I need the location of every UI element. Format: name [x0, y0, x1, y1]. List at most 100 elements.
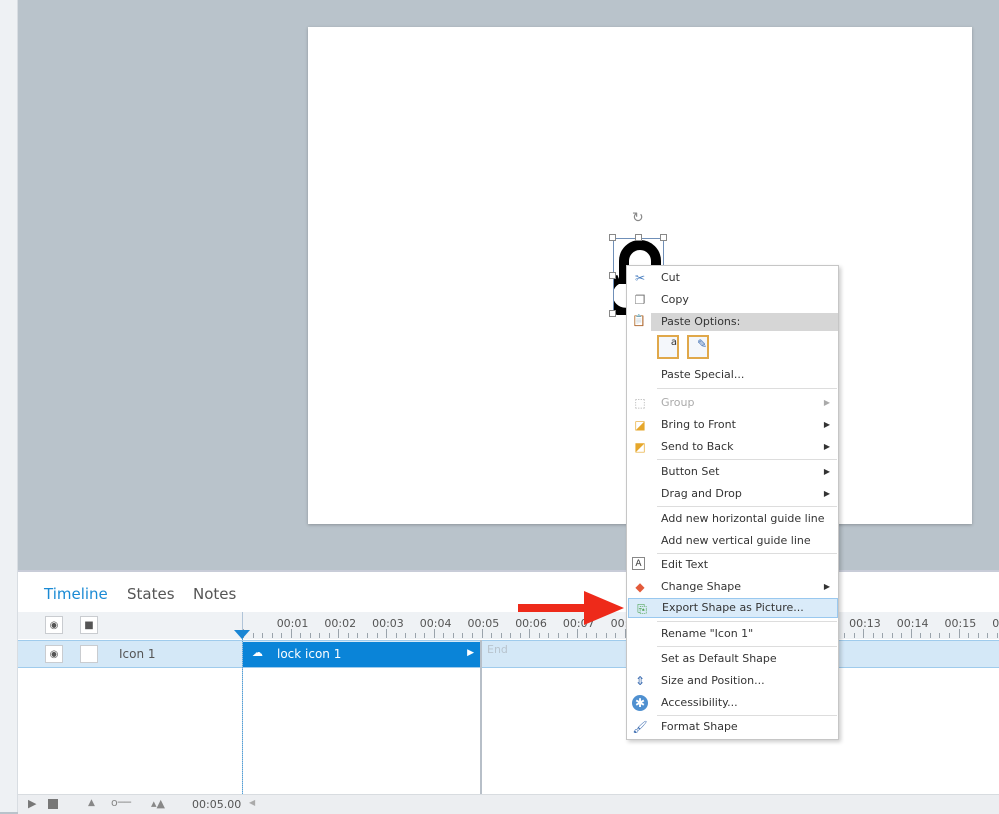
- scissors-icon: ✂: [634, 271, 646, 285]
- eye-icon[interactable]: ◉: [45, 616, 63, 634]
- format-shape-icon: 🖌: [632, 720, 648, 734]
- ruler-tick: [395, 633, 397, 638]
- ruler-tick: [433, 629, 435, 638]
- ruler-tick: [462, 633, 464, 638]
- menu-group[interactable]: ⬚ Group ▶: [627, 393, 838, 413]
- ruler-tick: [500, 633, 502, 638]
- playhead-handle[interactable]: [234, 630, 250, 639]
- menu-set-default[interactable]: Set as Default Shape: [627, 649, 838, 669]
- menu-add-v-guide[interactable]: Add new vertical guide line: [627, 531, 838, 551]
- bring-front-icon: ◪: [634, 418, 646, 432]
- menu-cut[interactable]: ✂ Cut: [627, 268, 838, 288]
- menu-bring-front[interactable]: ◪ Bring to Front ▶: [627, 415, 838, 435]
- lock-toggle[interactable]: [80, 645, 98, 663]
- scroll-left-icon[interactable]: ◀: [249, 798, 255, 807]
- menu-add-h-guide[interactable]: Add new horizontal guide line: [627, 509, 838, 529]
- submenu-arrow-icon: ▶: [823, 398, 830, 407]
- resize-handle[interactable]: [635, 234, 642, 241]
- lock-all-icon[interactable]: ■: [80, 616, 98, 634]
- ruler-tick: [452, 633, 454, 638]
- zoom-in-icon[interactable]: ▴▲: [151, 797, 165, 810]
- end-label: End: [487, 643, 508, 656]
- timeline-controls: ▶ ▲ o── ▴▲ 00:05.00 ◀: [18, 794, 999, 814]
- menu-drag-drop[interactable]: Drag and Drop ▶: [627, 484, 838, 504]
- eye-icon[interactable]: ◉: [45, 645, 63, 663]
- ruler-tick: [252, 633, 254, 638]
- ruler-tick: [405, 633, 407, 638]
- ruler-tick: [567, 633, 569, 638]
- send-back-icon: ◩: [634, 440, 646, 454]
- menu-accessibility[interactable]: ✱ Accessibility...: [627, 693, 838, 713]
- ruler-tick: [920, 633, 922, 638]
- tab-timeline[interactable]: Timeline: [44, 585, 108, 603]
- cloud-icon: ☁: [252, 646, 263, 659]
- ruler-tick: [281, 633, 283, 638]
- menu-format-shape[interactable]: 🖌 Format Shape: [627, 717, 838, 737]
- ruler-tick: [872, 633, 874, 638]
- ruler-tick: [414, 633, 416, 638]
- ruler-tick: [328, 633, 330, 638]
- menu-size-position[interactable]: ⇕ Size and Position...: [627, 671, 838, 691]
- ruler-tick: [576, 629, 578, 638]
- ruler-tick: [386, 629, 388, 638]
- end-marker[interactable]: [480, 640, 482, 794]
- menu-change-shape[interactable]: ◆ Change Shape ▶: [627, 577, 838, 597]
- playhead-line: [242, 638, 243, 794]
- resize-handle[interactable]: [609, 272, 616, 279]
- rotate-handle[interactable]: ↻: [632, 210, 644, 226]
- ruler-label: 00:16: [992, 617, 999, 630]
- stop-icon[interactable]: [48, 799, 58, 809]
- menu-send-back[interactable]: ◩ Send to Back ▶: [627, 437, 838, 457]
- timeline-panel: Timeline States Notes ◉ ■ 00:01 00:02 00:0…: [18, 570, 999, 814]
- resize-handle[interactable]: [660, 234, 667, 241]
- ruler-tick: [443, 633, 445, 638]
- zoom-slider[interactable]: o──: [111, 796, 131, 809]
- ruler-tick: [929, 633, 931, 638]
- ruler-label: 00:02: [324, 617, 357, 630]
- tab-states[interactable]: States: [127, 585, 175, 603]
- resize-handle[interactable]: [609, 310, 616, 317]
- menu-edit-text[interactable]: A Edit Text: [627, 555, 838, 575]
- timeline-row[interactable]: ◉ Icon 1 End: [18, 640, 999, 668]
- ruler-tick: [376, 633, 378, 638]
- bar-label: lock icon 1: [277, 647, 342, 661]
- ruler-tick: [319, 633, 321, 638]
- zoom-out-icon[interactable]: ▲: [88, 798, 95, 808]
- row-label: Icon 1: [119, 647, 156, 661]
- ruler-tick: [977, 633, 979, 638]
- red-arrow-annotation: [518, 591, 624, 625]
- size-position-icon: ⇕: [634, 674, 646, 688]
- play-icon[interactable]: ▶: [28, 797, 36, 810]
- duration: 00:05.00: [192, 798, 242, 811]
- menu-button-set[interactable]: Button Set ▶: [627, 462, 838, 482]
- menu-export-picture[interactable]: ⎘ Export Shape as Picture...: [628, 598, 838, 618]
- submenu-arrow-icon: ▶: [823, 420, 830, 429]
- timeline-bar[interactable]: ☁ lock icon 1 ▶: [243, 642, 480, 667]
- menu-copy[interactable]: ❐ Copy: [627, 290, 838, 310]
- edit-text-icon: A: [632, 557, 645, 570]
- paste-keep-text-icon[interactable]: a: [657, 335, 679, 359]
- resize-handle[interactable]: [609, 234, 616, 241]
- ruler-tick: [987, 633, 989, 638]
- ruler-tick: [367, 633, 369, 638]
- ruler-tick: [586, 633, 588, 638]
- tab-notes[interactable]: Notes: [193, 585, 236, 603]
- ruler-tick: [538, 633, 540, 638]
- group-icon: ⬚: [634, 396, 646, 410]
- paste-format-icon[interactable]: ✎: [687, 335, 709, 359]
- ruler-label: 00:03: [372, 617, 404, 630]
- ruler-tick: [891, 633, 893, 638]
- submenu-arrow-icon: ▶: [823, 467, 830, 476]
- ruler-label: 00:14: [896, 617, 929, 630]
- menu-rename[interactable]: Rename "Icon 1": [627, 624, 838, 644]
- ruler-tick: [471, 633, 473, 638]
- bar-expand-icon[interactable]: ▶: [467, 648, 474, 658]
- ruler-tick: [548, 633, 550, 638]
- menu-paste-special[interactable]: Paste Special...: [627, 365, 838, 385]
- ruler-tick: [863, 629, 865, 638]
- ruler-tick: [424, 633, 426, 638]
- submenu-arrow-icon: ▶: [823, 582, 830, 591]
- ruler-label: 00:05: [467, 617, 500, 630]
- copy-icon: ❐: [634, 293, 646, 307]
- ruler-tick: [968, 633, 970, 638]
